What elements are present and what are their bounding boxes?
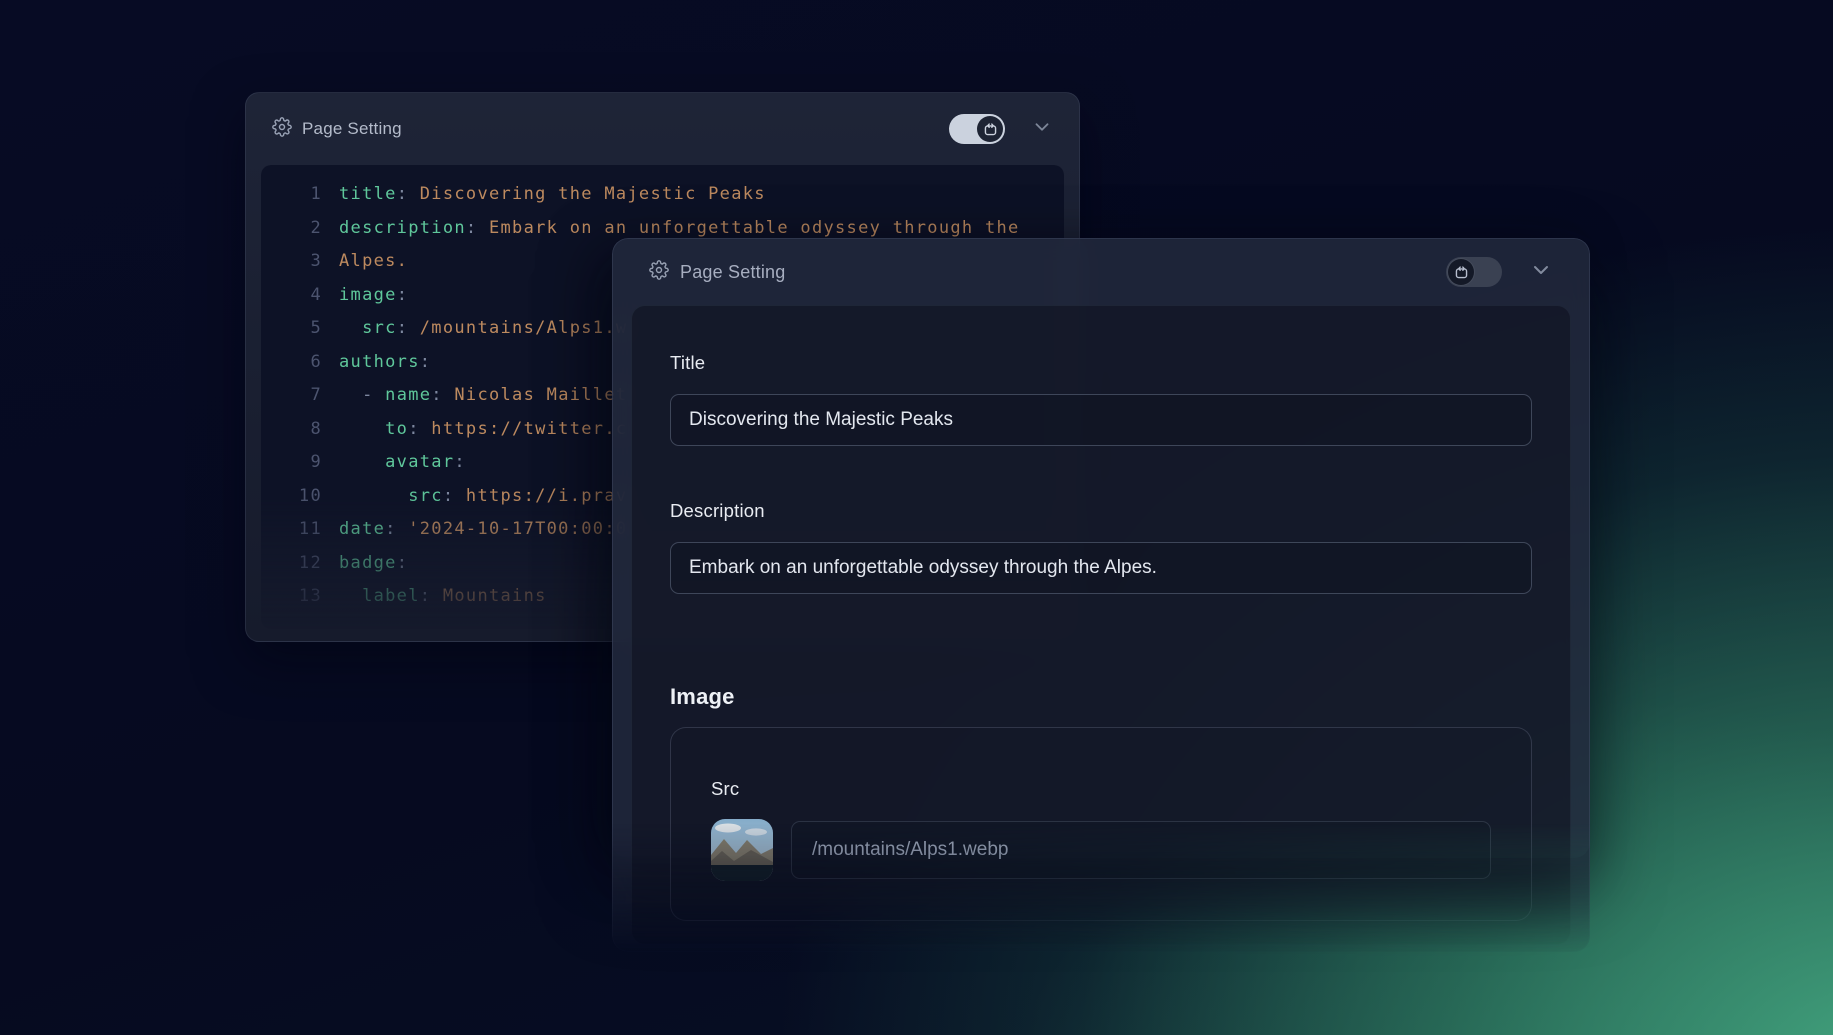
code-text: date: '2024-10-17T00:00:0 <box>339 513 627 547</box>
title-field-label: Title <box>670 352 1532 374</box>
mountain-photo-thumbnail[interactable] <box>711 819 773 881</box>
code-text: badge: <box>339 547 408 581</box>
screen: Page Setting 1 title: Discovering the Maj… <box>0 0 1833 1035</box>
page-setting-form: Title Description Image Src <box>631 305 1571 945</box>
code-view-toggle[interactable] <box>1446 257 1502 287</box>
code-panel-header: Page Setting <box>246 93 1079 165</box>
line-number: 1 <box>288 178 322 212</box>
chevron-down-icon[interactable] <box>1031 116 1053 143</box>
line-number: 9 <box>288 446 322 480</box>
src-field-label: Src <box>711 778 1491 800</box>
line-number: 4 <box>288 279 322 313</box>
line-number: 12 <box>288 547 322 581</box>
chevron-down-icon[interactable] <box>1529 258 1553 287</box>
title-input[interactable] <box>670 394 1532 446</box>
gear-icon <box>649 260 669 285</box>
line-number: 5 <box>288 312 322 346</box>
image-src-input[interactable] <box>791 821 1491 879</box>
panel-title: Page Setting <box>680 262 785 283</box>
code-text: avatar: <box>339 446 466 480</box>
line-number: 13 <box>288 580 322 614</box>
line-number: 2 <box>288 212 322 246</box>
code-text: authors: <box>339 346 431 380</box>
line-number: 6 <box>288 346 322 380</box>
image-settings-card: Src <box>670 727 1532 921</box>
code-text: src: https://i.prav <box>339 480 627 514</box>
line-number: 10 <box>288 480 322 514</box>
form-panel-header: Page Setting <box>613 239 1589 305</box>
description-input[interactable] <box>670 542 1532 594</box>
code-editor-icon <box>1454 265 1469 280</box>
description-field-label: Description <box>670 500 1532 522</box>
code-text: Alpes. <box>339 245 408 279</box>
line-number: 3 <box>288 245 322 279</box>
line-number: 7 <box>288 379 322 413</box>
gear-icon <box>272 117 292 142</box>
page-setting-form-panel: Page Setting Title Description Image Src <box>612 238 1590 952</box>
toggle-knob <box>977 116 1003 142</box>
toggle-knob <box>1448 259 1474 285</box>
code-text: title: Discovering the Majestic Peaks <box>339 178 766 212</box>
line-number: 11 <box>288 513 322 547</box>
src-row <box>711 819 1491 881</box>
code-text: image: <box>339 279 408 313</box>
code-text: src: /mountains/Alps1.w <box>339 312 627 346</box>
line-number: 8 <box>288 413 322 447</box>
code-text: label: Mountains <box>339 580 547 614</box>
code-text: - name: Nicolas Maillet <box>339 379 627 413</box>
panel-title: Page Setting <box>302 119 402 139</box>
code-editor-icon <box>983 122 998 137</box>
image-section-title: Image <box>670 684 1532 710</box>
code-text: to: https://twitter.c <box>339 413 627 447</box>
code-line: 1 title: Discovering the Majestic Peaks <box>288 178 1054 212</box>
code-view-toggle[interactable] <box>949 114 1005 144</box>
